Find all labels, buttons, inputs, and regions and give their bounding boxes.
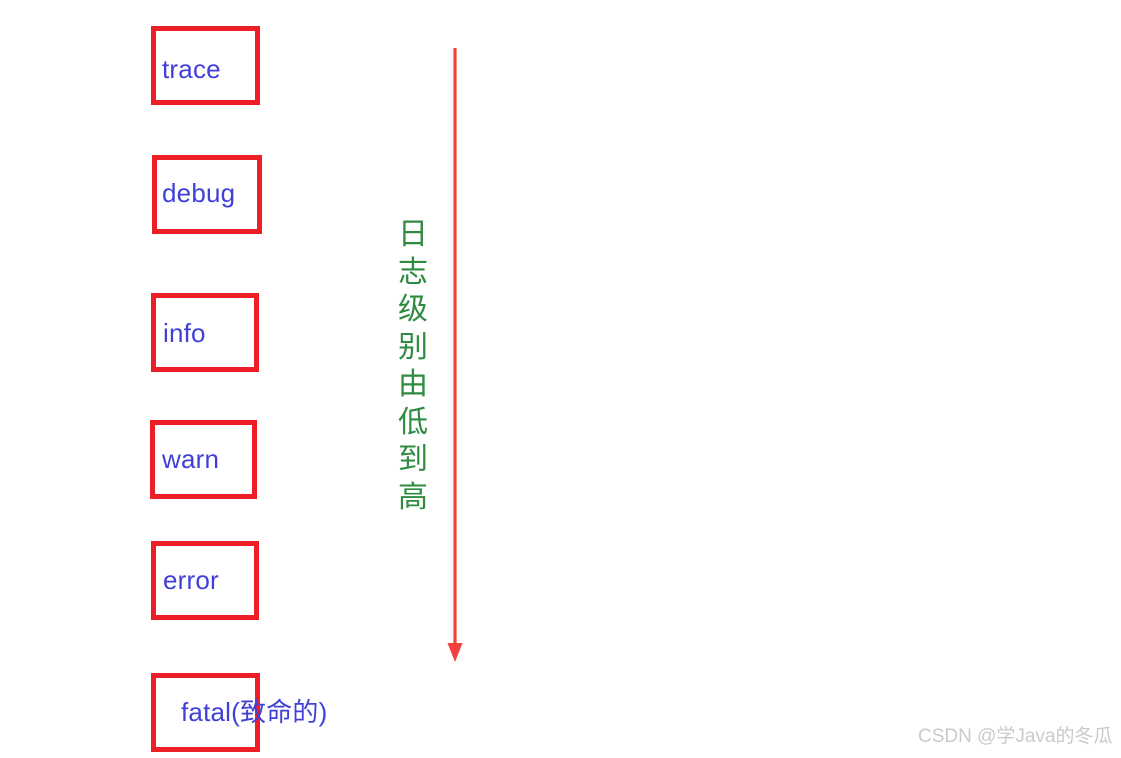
downward-arrow-icon (447, 48, 463, 662)
level-label-error: error (163, 565, 219, 595)
watermark-text: CSDN @学Java的冬瓜 (918, 726, 1113, 747)
level-label-trace: trace (162, 54, 221, 84)
diagram-canvas: trace debug info warn error fatal(致命的) 日… (0, 0, 1121, 758)
vertical-annotation-text: 日 志 级 别 由 低 到 高 (398, 218, 428, 514)
level-label-debug: debug (162, 178, 236, 208)
level-label-warn: warn (162, 444, 220, 474)
level-label-info: info (163, 318, 206, 348)
level-label-fatal: fatal(致命的) (181, 697, 328, 727)
